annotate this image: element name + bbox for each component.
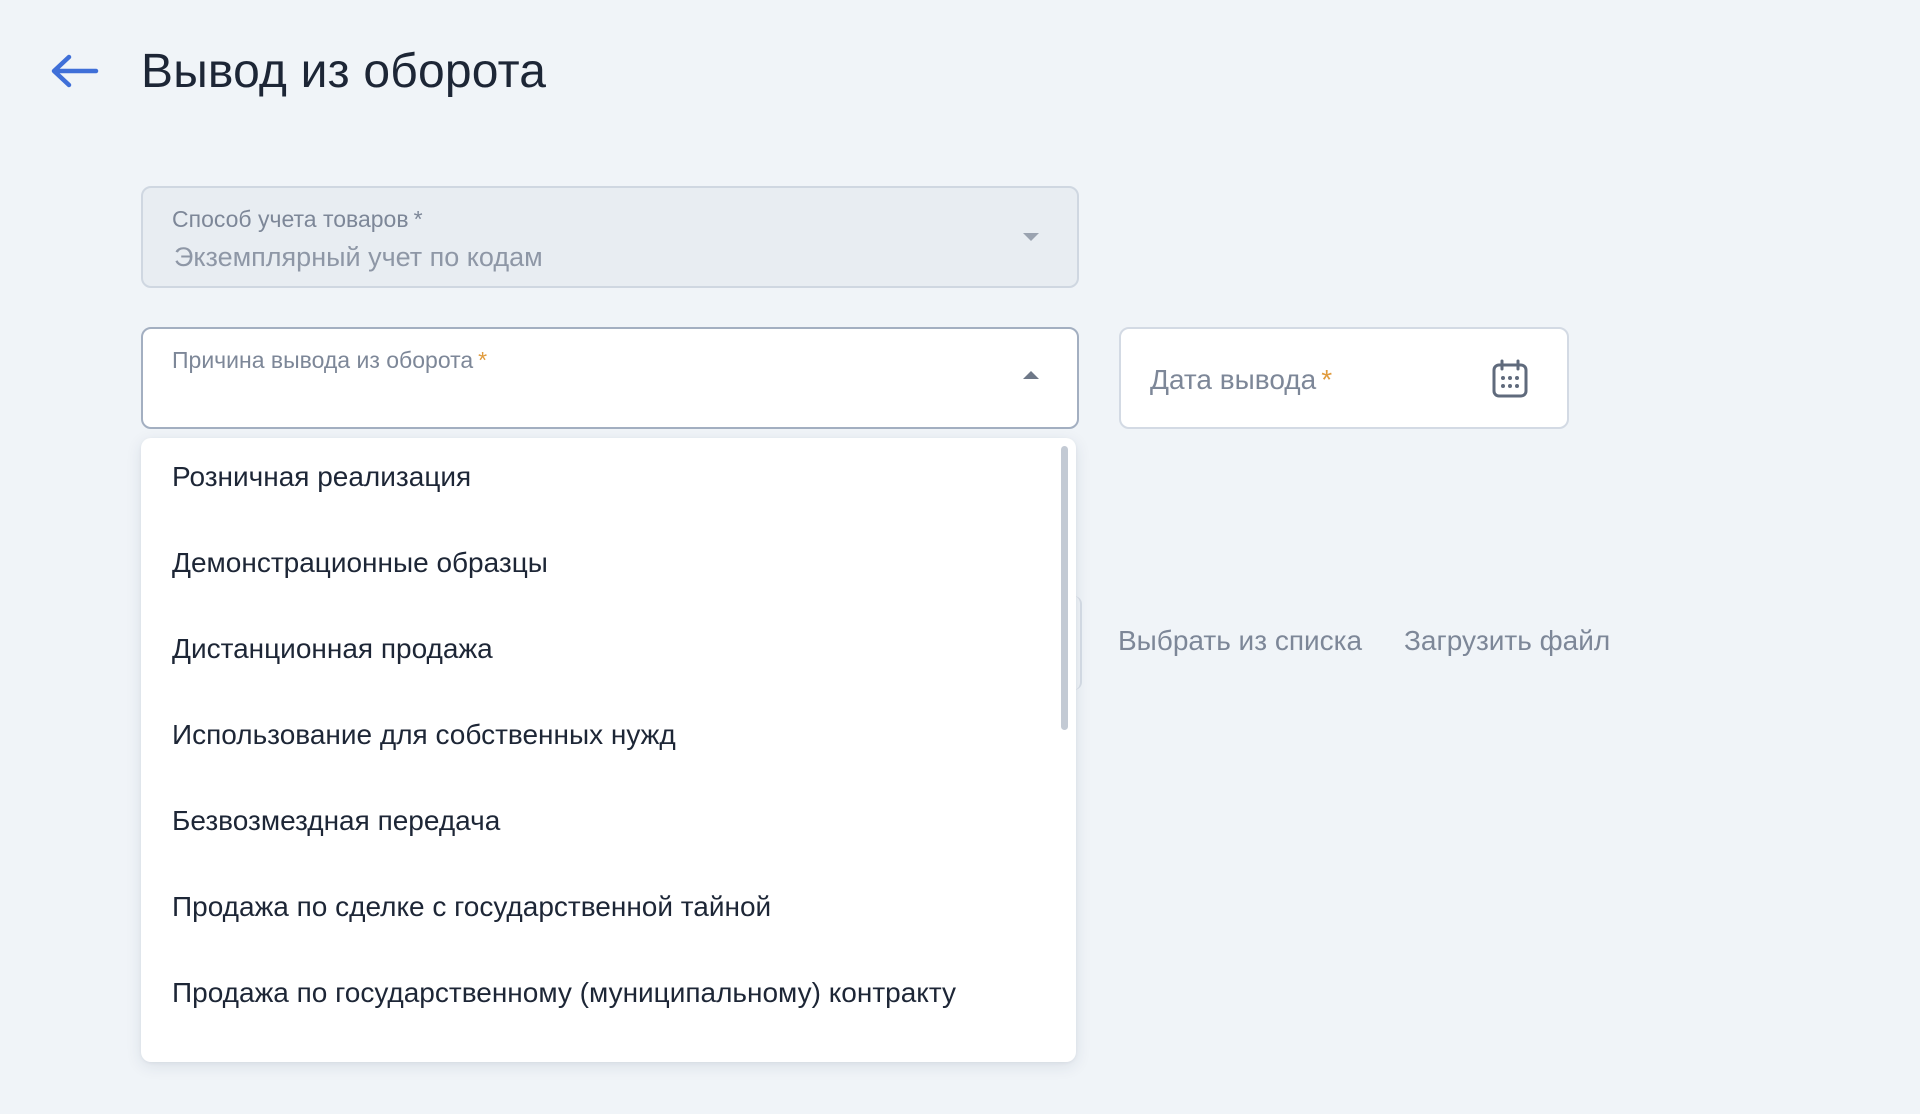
- dropdown-option-state-secret-sale[interactable]: Продажа по сделке с государственной тайн…: [172, 891, 771, 923]
- withdrawal-reason-dropdown: Розничная реализация Демонстрационные об…: [141, 438, 1076, 1062]
- dropdown-option-demo-samples[interactable]: Демонстрационные образцы: [172, 547, 548, 579]
- arrow-left-icon: [51, 54, 99, 88]
- dropdown-option-free-transfer[interactable]: Безвозмездная передача: [172, 805, 500, 837]
- chevron-up-icon: [1023, 371, 1039, 379]
- required-marker: *: [478, 347, 488, 373]
- page-title: Вывод из оборота: [141, 45, 547, 98]
- dropdown-option-own-needs[interactable]: Использование для собственных нужд: [172, 719, 676, 751]
- withdrawal-date-field[interactable]: Дата вывода *: [1119, 327, 1569, 429]
- select-from-list-link[interactable]: Выбрать из списка: [1118, 625, 1362, 657]
- required-marker: *: [1321, 364, 1333, 395]
- dropdown-scrollbar[interactable]: [1061, 446, 1068, 730]
- back-button[interactable]: [44, 46, 104, 96]
- required-marker: *: [413, 206, 423, 232]
- accounting-method-select[interactable]: Способ учета товаров * Экземплярный учет …: [141, 186, 1079, 288]
- dropdown-option-remote-sale[interactable]: Дистанционная продажа: [172, 633, 493, 665]
- dropdown-option-state-contract-sale[interactable]: Продажа по государственному (муниципальн…: [172, 977, 956, 1009]
- accounting-method-value: Экземплярный учет по кодам: [174, 242, 543, 272]
- calendar-icon[interactable]: [1491, 359, 1529, 399]
- chevron-down-icon: [1023, 233, 1039, 241]
- dropdown-option-retail-sale[interactable]: Розничная реализация: [172, 461, 471, 493]
- withdrawal-reason-label: Причина вывода из оборота *: [172, 347, 488, 373]
- upload-file-link[interactable]: Загрузить файл: [1404, 625, 1610, 657]
- accounting-method-label: Способ учета товаров *: [172, 206, 423, 232]
- withdrawal-reason-select[interactable]: Причина вывода из оборота *: [141, 327, 1079, 429]
- withdrawal-date-label: Дата вывода *: [1150, 364, 1333, 395]
